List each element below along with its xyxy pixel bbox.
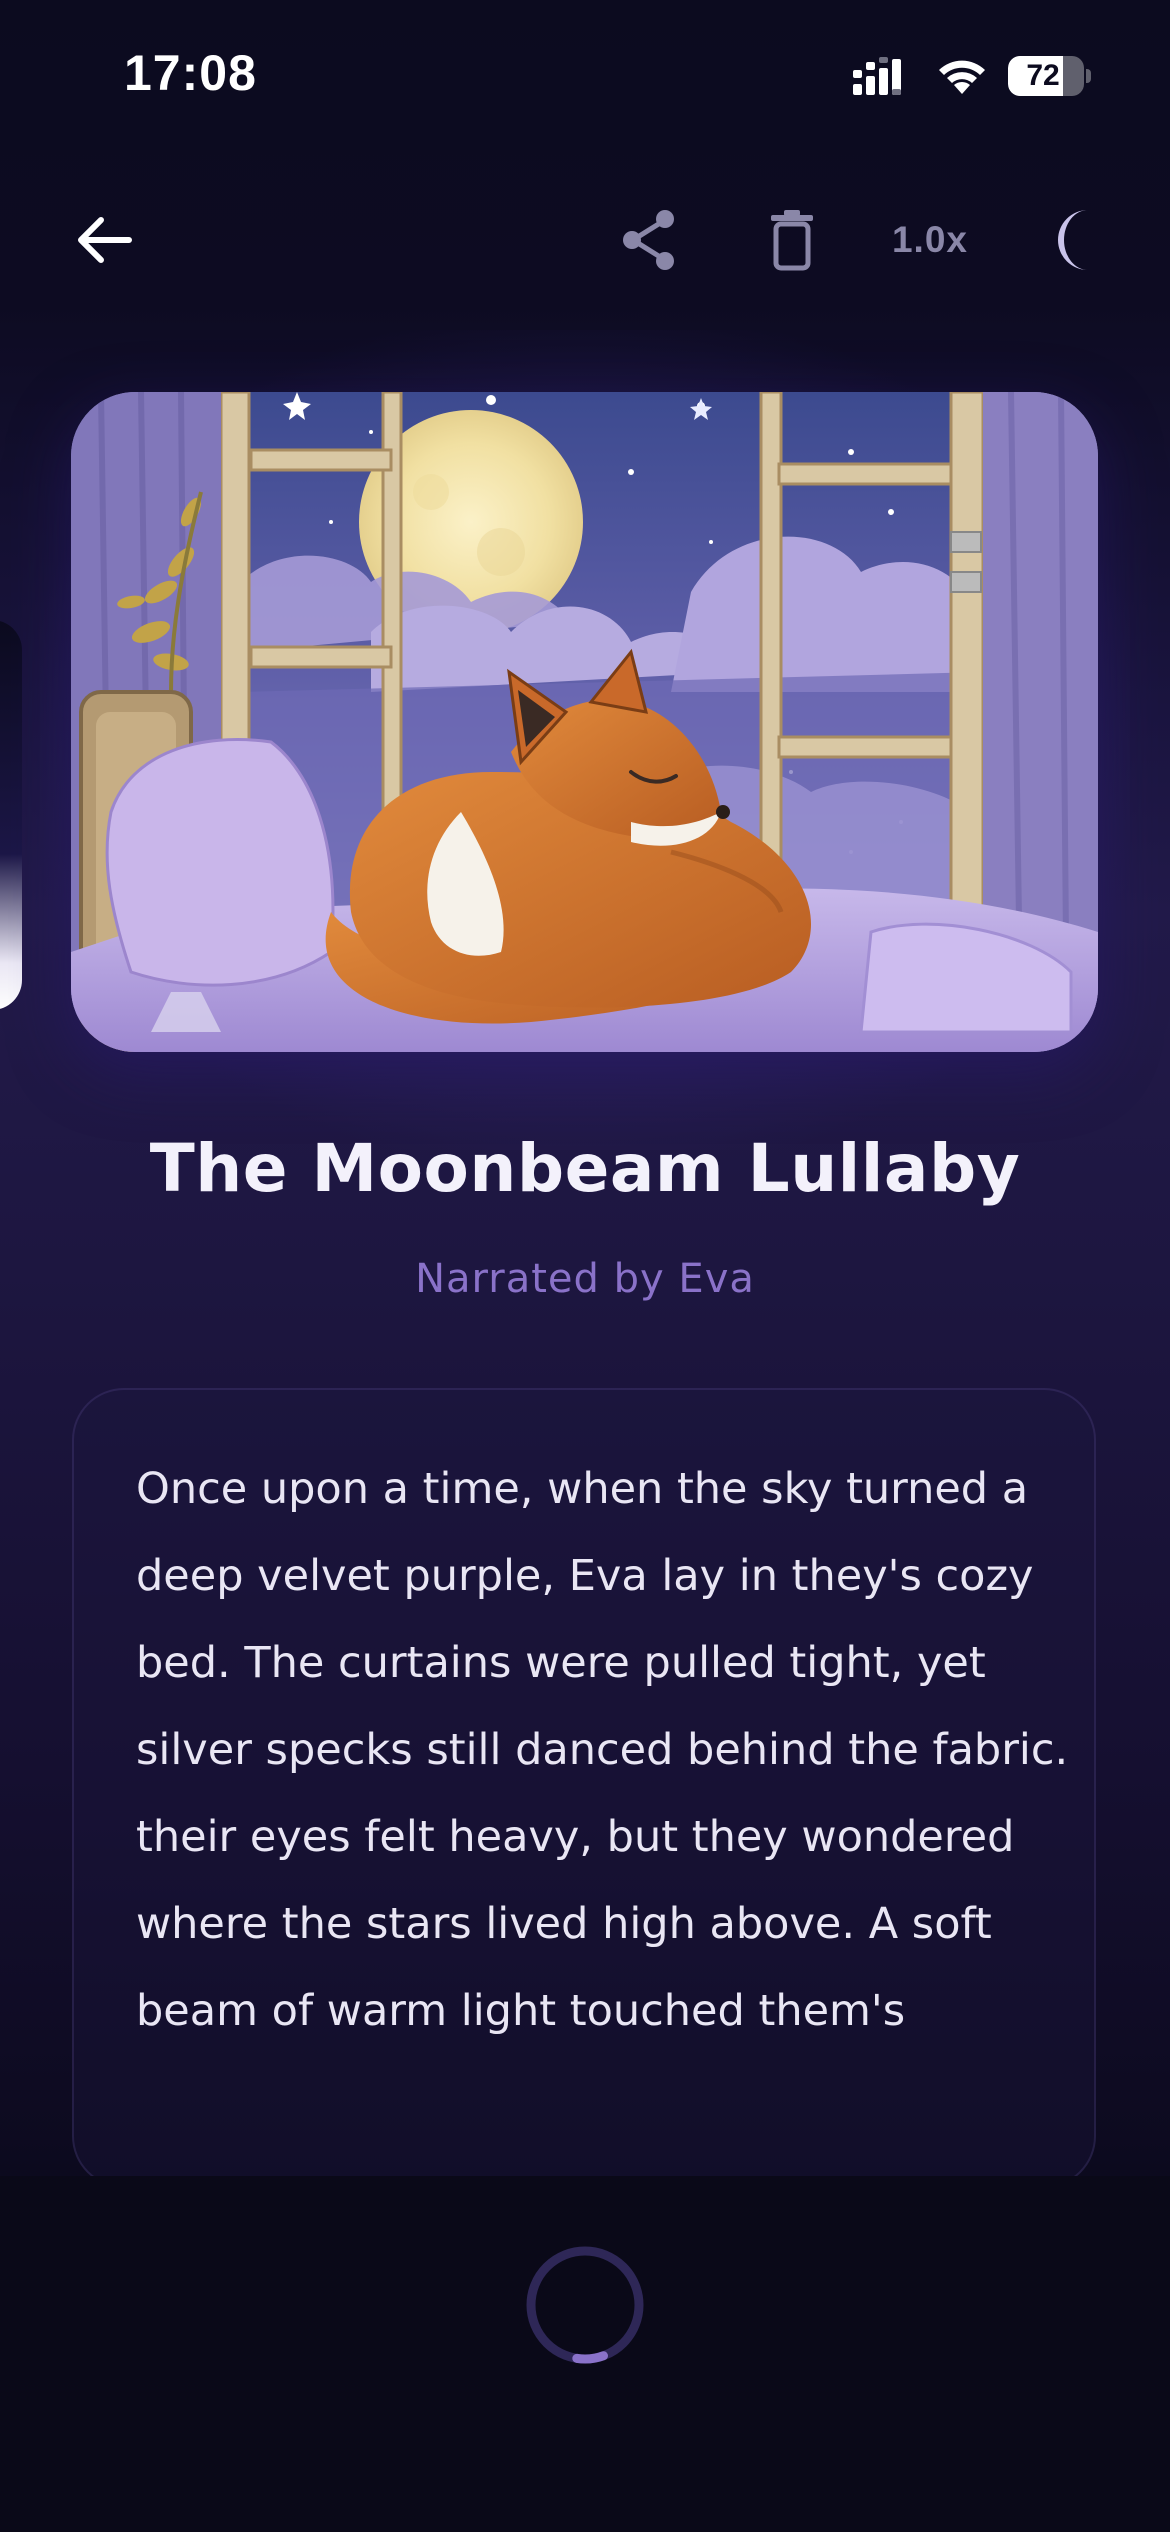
- signal-icon: [853, 57, 901, 95]
- back-button[interactable]: [50, 180, 160, 300]
- status-time: 17:08: [124, 45, 257, 101]
- wifi-icon: [939, 60, 985, 94]
- battery-body: 72: [1008, 56, 1084, 96]
- sleeping-fox-artwork: [71, 392, 1098, 1052]
- story-text-card[interactable]: Once upon a time, when the sky turned a …: [72, 1388, 1096, 2188]
- delete-button[interactable]: [742, 180, 842, 300]
- arrow-left-icon: [78, 217, 132, 263]
- trash-icon: [771, 210, 813, 271]
- loading-spinner-icon: [526, 2246, 644, 2364]
- player-toolbar: 1.0x: [0, 180, 1170, 300]
- battery-icon: 72: [1008, 56, 1091, 96]
- battery-level: 72: [1026, 59, 1060, 92]
- sleep-timer-button[interactable]: [1022, 180, 1122, 300]
- narrator-label: Narrated by Eva: [415, 1256, 755, 1302]
- story-cover-artwork: [71, 392, 1098, 1052]
- playback-speed-button[interactable]: 1.0x: [870, 180, 990, 300]
- story-player-screen: 17:08 72 1.0x The Moonbeam Lullaby Narra…: [0, 0, 1170, 2532]
- story-title: The Moonbeam Lullaby: [149, 1130, 1021, 1207]
- share-button[interactable]: [600, 180, 700, 300]
- moon-icon: [1058, 210, 1088, 270]
- left-edge-panel: [0, 620, 22, 1010]
- playback-speed-label: 1.0x: [891, 219, 968, 260]
- battery-tip: [1086, 69, 1091, 83]
- share-icon: [623, 210, 674, 270]
- status-bar: 17:08 72: [0, 0, 1170, 150]
- story-text: Once upon a time, when the sky turned a …: [136, 1464, 1069, 2036]
